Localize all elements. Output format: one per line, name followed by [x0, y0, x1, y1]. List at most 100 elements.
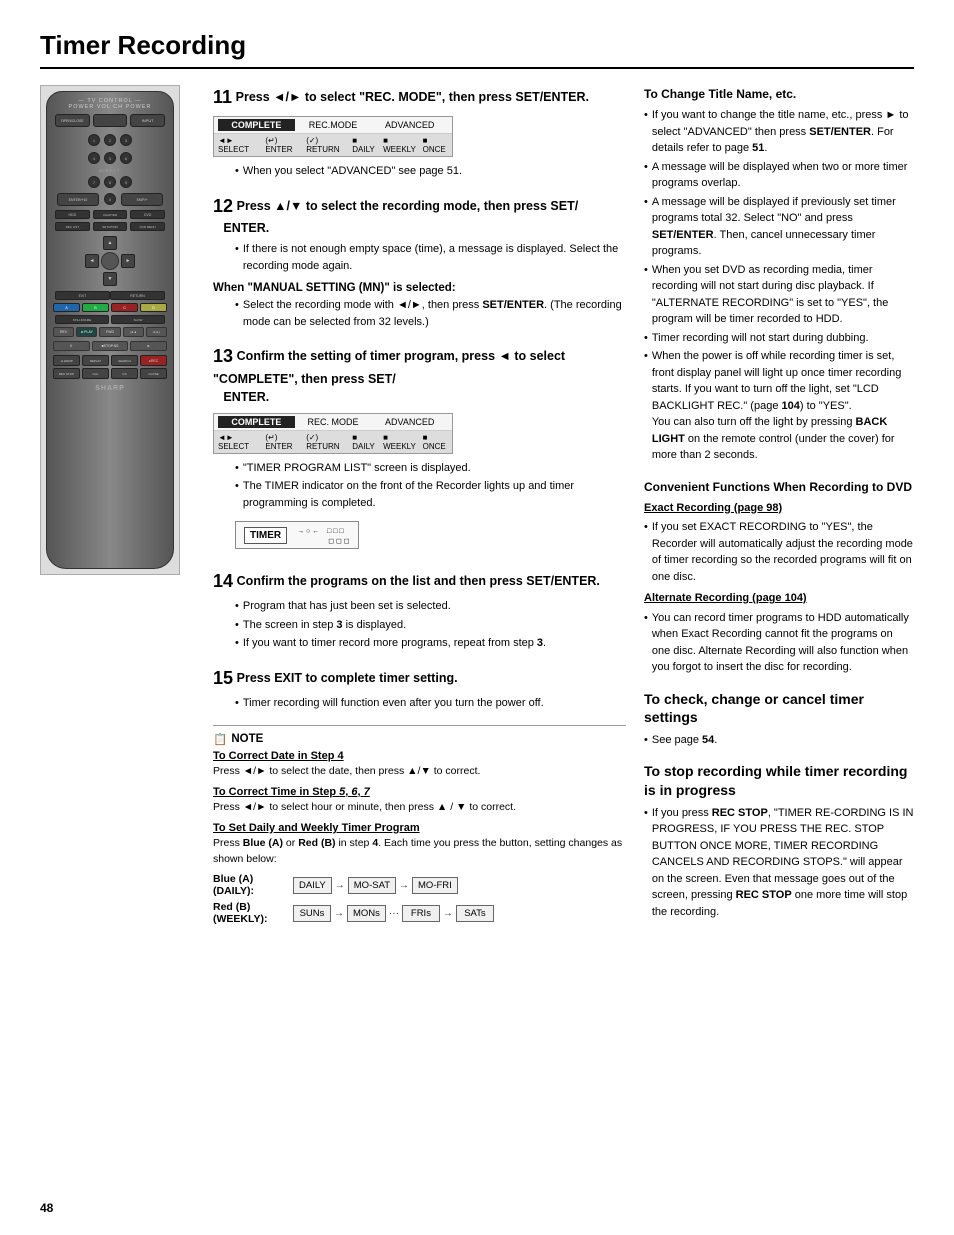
remote-btn-open-close: OPEN/CLOSE [55, 114, 90, 127]
change-title-heading: To Change Title Name, etc. [644, 85, 914, 103]
screen-cell-complete-2: COMPLETE [218, 416, 295, 428]
remote-color-btns: A B C D [47, 301, 173, 314]
change-title-bullet-6: • When the power is off while recording … [644, 348, 914, 464]
step-14-text: Confirm the programs on the list and the… [237, 574, 600, 588]
step-12-bullet-1: • If there is not enough empty space (ti… [235, 241, 626, 274]
when-selected-bullet: • Select the recording mode with ◄/►, th… [235, 297, 626, 330]
change-title-bullet-4: • When you set DVD as recording media, t… [644, 262, 914, 328]
remote-transport-btns: REV ►PLAY FWD |◄◄ ►►| [47, 325, 173, 339]
step-12-block: 12 Press ▲/▼ to select the recording mod… [213, 194, 626, 331]
note-section-daily-body: Press Blue (A) or Red (B) in step 4. Eac… [213, 836, 626, 868]
step-14-bullet-text-1: Program that has just been set is select… [243, 598, 451, 615]
remote-top-label: — TV CONTROL —POWER VOL CH POWER [47, 92, 173, 110]
screen-return-label-2: (✓) RETURN [306, 433, 346, 451]
remote-dpad-down: ▼ [103, 272, 117, 286]
step-13-header: 13 Confirm the setting of timer program,… [213, 344, 626, 406]
remote-btn-setup: SETUP/MN [93, 222, 128, 231]
step-14-bullet-2: • The screen in step 3 is displayed. [235, 617, 626, 634]
stop-section-text: If you press REC STOP, "TIMER RE-CORDING… [652, 805, 914, 921]
remote-btn-rec: ●REC [140, 355, 167, 366]
remote-dpad-left: ◄ [85, 254, 99, 268]
bullet-dot-14-2: • [235, 617, 239, 634]
remote-btn-8: 8 [104, 176, 116, 188]
step-14-bullet-1: • Program that has just been set is sele… [235, 598, 626, 615]
title-divider [40, 67, 914, 69]
step-15-text: Press EXIT to complete timer setting. [237, 671, 458, 685]
remote-btn-cs: CS [111, 368, 138, 379]
remote-btn-fwd: FWD [99, 327, 120, 337]
note-section-date: To Correct Date in Step 4 Press ◄/► to s… [213, 750, 626, 780]
bullet-dot-13-2: • [235, 478, 239, 511]
step-13-bullet-text-2: The TIMER indicator on the front of the … [243, 478, 626, 511]
screen-select-row-2: ◄► SELECT (↵) ENTER (✓) RETURN ■ DAILY ■… [214, 431, 452, 453]
remote-btn-chapter: CHAPTER [93, 210, 128, 219]
remote-btn-empty [93, 114, 128, 127]
remote-btn-dvd-menu: DVD MENU [130, 222, 165, 231]
remote-btn-skip-replay: ◄◄SKIP [53, 355, 80, 366]
remote-btn-1: 1 [88, 134, 100, 146]
note-section-time: To Correct Time in Step 5, 6, 7 Press ◄/… [213, 786, 626, 816]
change-title-bullet-1: • If you want to change the title name, … [644, 107, 914, 157]
convenient-heading: Convenient Functions When Recording to D… [644, 478, 914, 496]
remote-btn-stop: ■STOP.NS [92, 341, 129, 351]
step-15-bullet-text-1: Timer recording will function even after… [243, 695, 544, 712]
change-title-section: To Change Title Name, etc. • If you want… [644, 85, 914, 464]
stop-section-bullet: • If you press REC STOP, "TIMER RE-CORDI… [644, 805, 914, 921]
seq-box-fris: FRIs [402, 905, 440, 922]
alt-recording-bullet: • You can record timer programs to HDD a… [644, 610, 914, 676]
step-13-bullet-text-1: "TIMER PROGRAM LIST" screen is displayed… [243, 460, 471, 477]
bullet-dot-ct-1: • [644, 107, 648, 157]
remote-btn-play: ►PLAY [76, 327, 97, 337]
remote-btn-rev: REV [53, 327, 74, 337]
seq-arrow-4: ··· [388, 908, 400, 919]
remote-dpad: ▲ ▼ ◄ ► [85, 236, 135, 286]
note-section-date-body: Press ◄/► to select the date, then press… [213, 764, 626, 780]
screen-enter-label-2: (↵) ENTER [265, 433, 300, 451]
step-11-bullet-text-1: When you select "ADVANCED" see page 51. [243, 163, 462, 180]
seq-arrow-1: → [334, 880, 346, 891]
remote-btn-pause: II [53, 341, 90, 351]
remote-number-row2: 4 5 6 [47, 149, 173, 167]
note-section-daily-title: To Set Daily and Weekly Timer Program [213, 822, 626, 834]
remote-btn-0: 0 [104, 193, 116, 205]
step-14-body: • Program that has just been set is sele… [235, 598, 626, 652]
seq-box-daily: DAILY [293, 877, 332, 894]
change-title-bullet-2: • A message will be displayed when two o… [644, 159, 914, 192]
seq-box-sats: SATs [456, 905, 494, 922]
screen-select-row-1: ◄► SELECT (↵) ENTER (✓) RETURN ■ DAILY ■… [214, 134, 452, 156]
seq-arrow-2: → [398, 880, 410, 891]
screen-select-label-2: ◄► SELECT [218, 433, 259, 451]
check-section-title: To check, change or cancel timer setting… [644, 690, 914, 726]
screen-diagram-1: COMPLETE REC.MODE ADVANCED ◄► SELECT (↵)… [213, 116, 453, 157]
remote-still-slow: STILLFRAME SLOW [47, 314, 173, 325]
step-14-bullet-text-2: The screen in step 3 is displayed. [243, 617, 406, 634]
screen-cell-complete-1: COMPLETE [218, 119, 295, 131]
step-15-block: 15 Press EXIT to complete timer setting.… [213, 666, 626, 712]
step-14-bullet-text-3: If you want to timer record more program… [243, 635, 546, 652]
check-section: To check, change or cancel timer setting… [644, 690, 914, 749]
change-title-bullet-5: • Timer recording will not start during … [644, 330, 914, 347]
bullet-dot-ct-3: • [644, 194, 648, 260]
stop-section: To stop recording while timer recording … [644, 762, 914, 920]
screen-select-label-1: ◄► SELECT [218, 136, 259, 154]
remote-exit-return: EXIT RETURN [47, 290, 173, 301]
step-11-body: • When you select "ADVANCED" see page 51… [235, 163, 626, 180]
remote-btn-skip-plus: SKIP/+ [121, 193, 163, 206]
red-b-sequence: SUNs → MONs ··· FRIs → SATs [293, 905, 494, 922]
bullet-dot-13-1: • [235, 460, 239, 477]
remote-btn-yellow: D [140, 303, 167, 312]
remote-btn-7: 7 [88, 176, 100, 188]
remote-number-row3: 7 8 9 [47, 173, 173, 191]
step-11-bullet-1: • When you select "ADVANCED" see page 51… [235, 163, 626, 180]
bullet-dot-cs: • [644, 732, 648, 749]
step-11-number: 11 [213, 87, 232, 107]
screen-daily-2: ■ DAILY [352, 433, 377, 451]
timer-dots: → ○ ← □ □ □ ◻ ◻ ◻ [297, 525, 349, 545]
screen-daily-1: ■ DAILY [352, 136, 377, 154]
screen-row-top-1: COMPLETE REC.MODE ADVANCED [214, 117, 452, 134]
step-14-number: 14 [213, 571, 233, 591]
change-title-bullet-3: • A message will be displayed if previou… [644, 194, 914, 260]
step-12-number: 12 [213, 196, 233, 216]
blue-a-sequence: DAILY → MO-SAT → MO-FRI [293, 877, 458, 894]
note-icon: 📋 [213, 732, 227, 746]
